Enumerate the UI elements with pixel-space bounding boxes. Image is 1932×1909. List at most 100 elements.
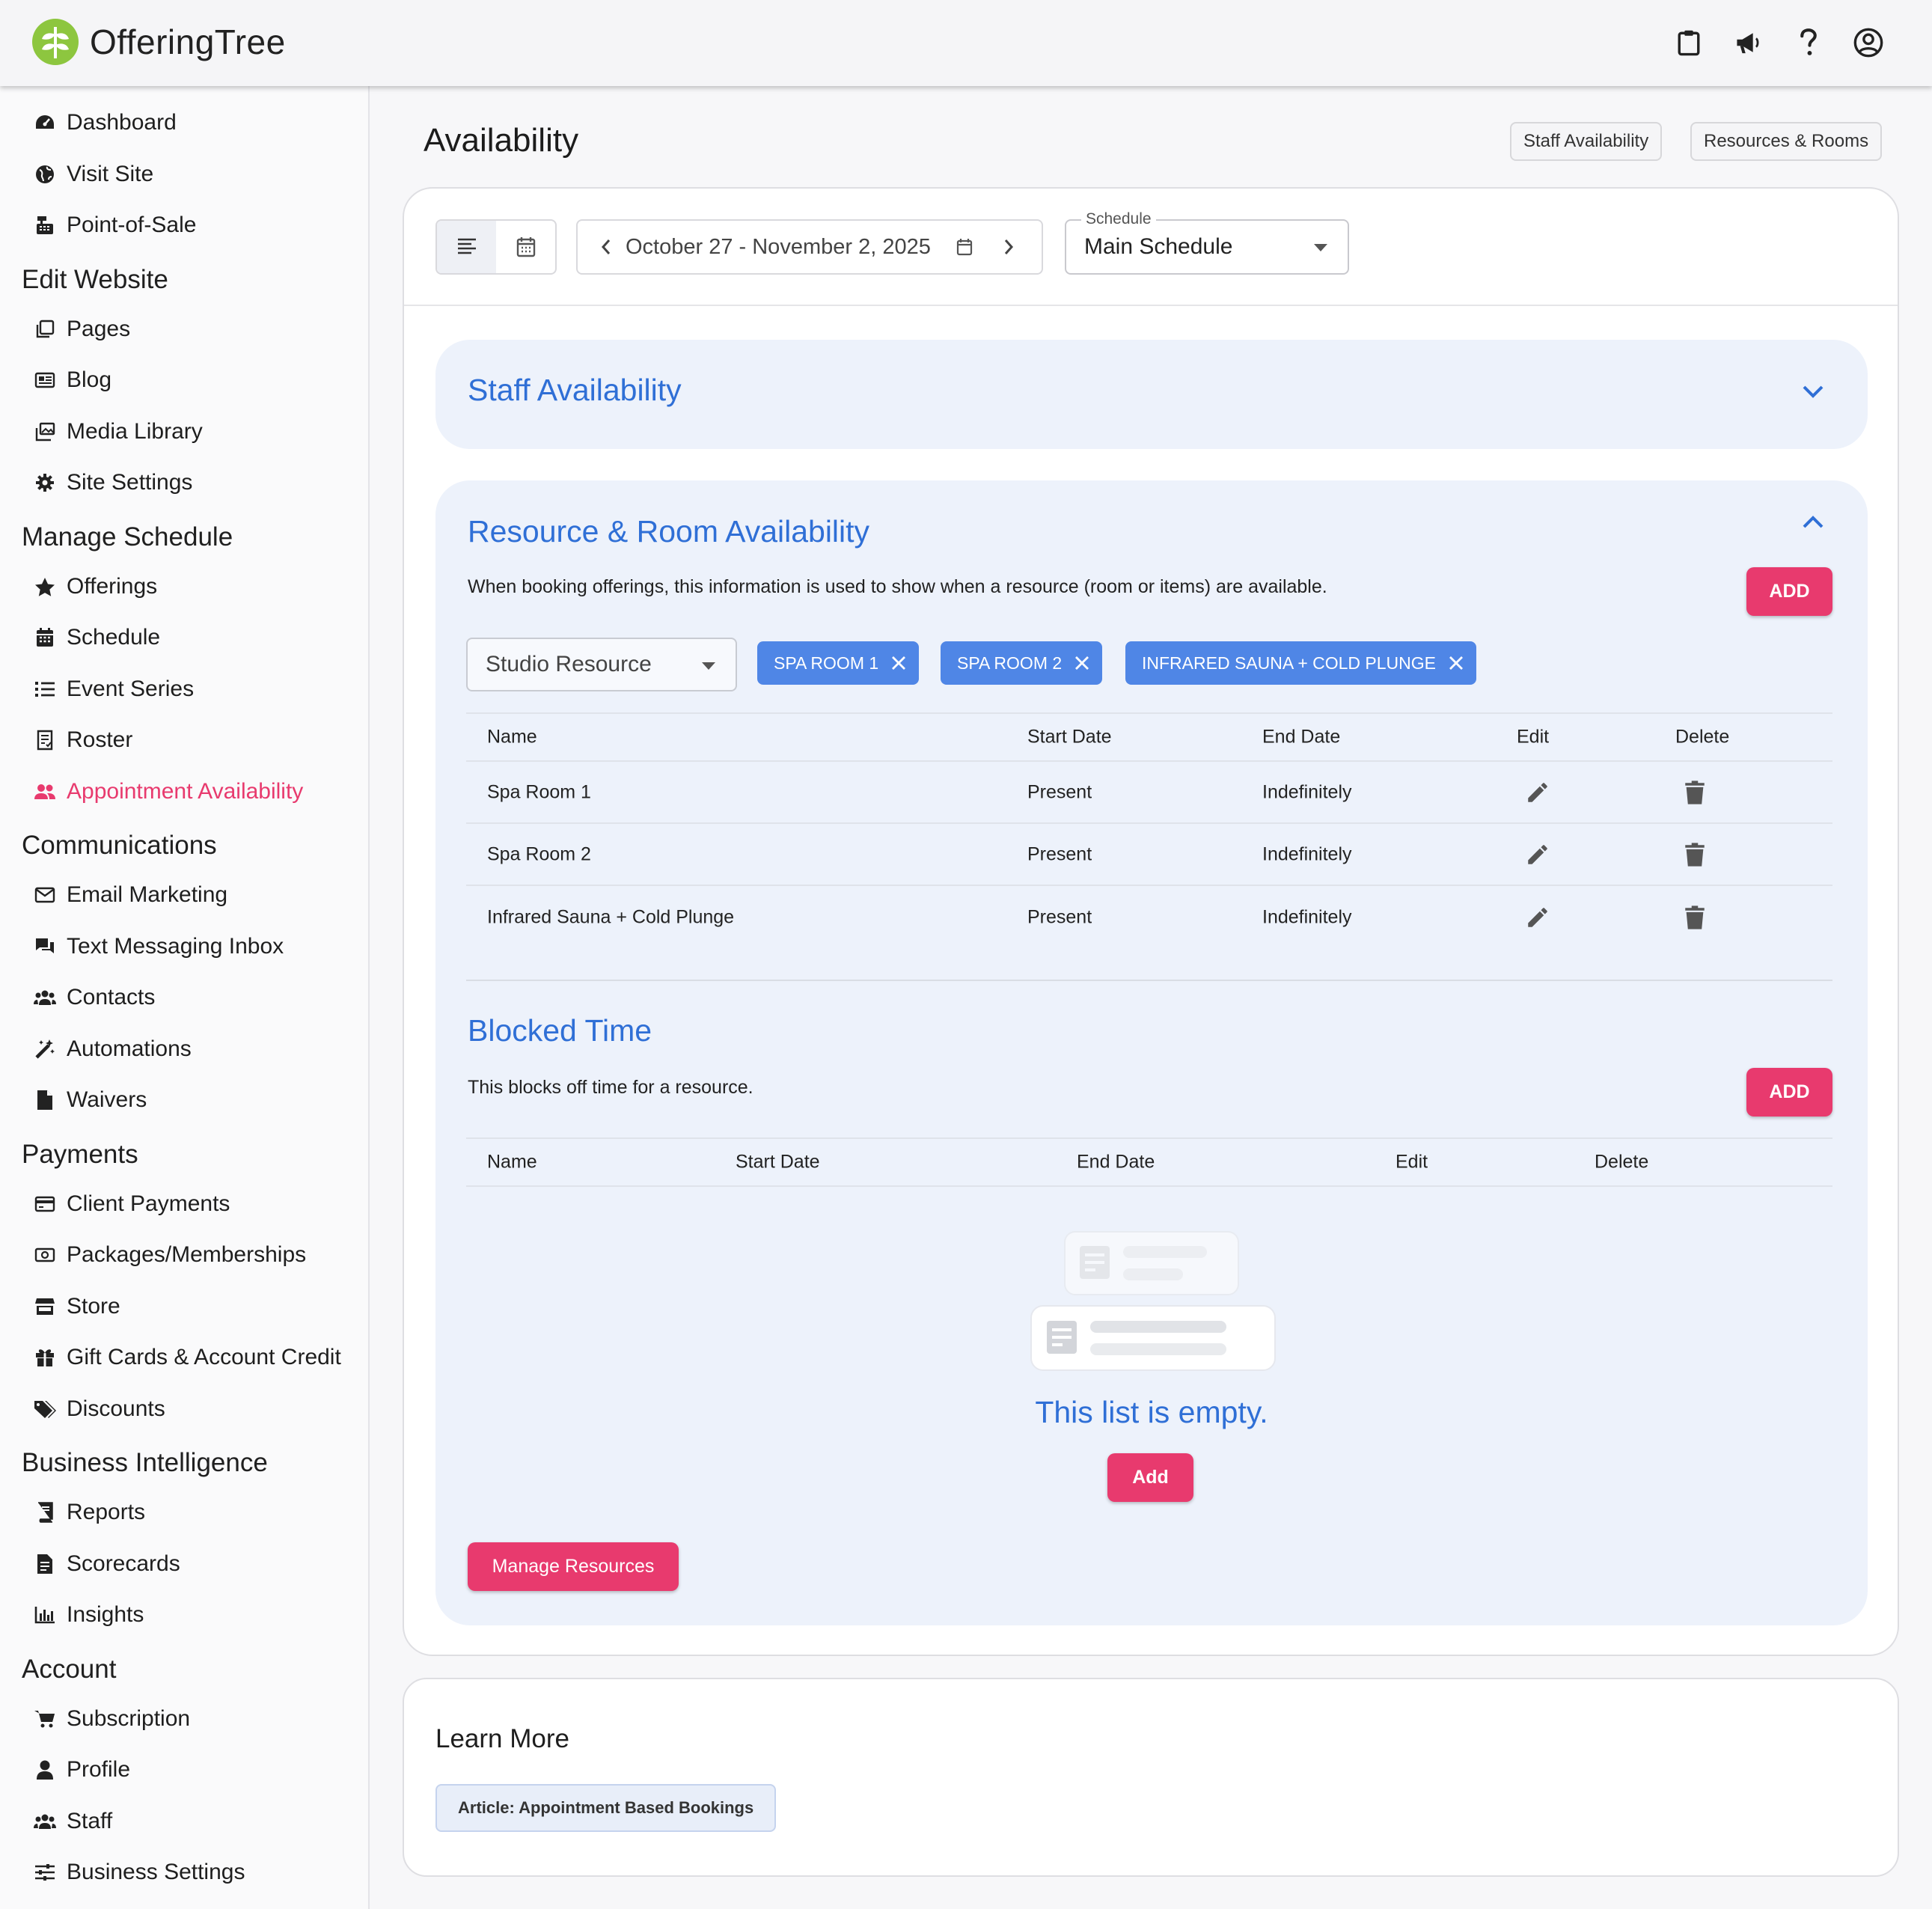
- sidebar-item-dashboard[interactable]: Dashboard: [0, 97, 368, 149]
- sidebar-item-roster[interactable]: Roster: [0, 715, 368, 766]
- chat-icon: [34, 935, 56, 958]
- media-library-icon: [34, 421, 56, 443]
- sidebar-item-event-series[interactable]: Event Series: [0, 664, 368, 715]
- column-name: Name: [487, 726, 537, 748]
- edit-icon[interactable]: [1525, 905, 1550, 930]
- cart-icon: [34, 1708, 56, 1730]
- delete-icon[interactable]: [1684, 905, 1706, 930]
- sidebar-item-label: Media Library: [67, 418, 203, 444]
- resource-type-select[interactable]: Studio Resource: [466, 638, 737, 691]
- edit-icon[interactable]: [1525, 842, 1550, 867]
- sidebar-item-site-settings[interactable]: Site Settings: [0, 457, 368, 509]
- section-edit-website: Edit Website: [22, 264, 168, 294]
- manage-resources-button[interactable]: Manage Resources: [468, 1542, 679, 1591]
- sidebar-item-reports[interactable]: Reports: [0, 1487, 368, 1539]
- empty-add-button[interactable]: Add: [1107, 1453, 1193, 1502]
- learn-more-title: Learn More: [435, 1724, 569, 1753]
- filter-chip-spa-room-2[interactable]: SPA ROOM 2: [941, 641, 1103, 685]
- sidebar-item-label: Subscription: [67, 1705, 191, 1731]
- delete-icon[interactable]: [1684, 842, 1706, 867]
- globe-icon: [34, 163, 56, 186]
- chevron-up-icon[interactable]: [1802, 514, 1824, 529]
- close-icon[interactable]: [890, 655, 907, 671]
- megaphone-icon[interactable]: [1730, 24, 1767, 61]
- sidebar-item-visit-site[interactable]: Visit Site: [0, 149, 368, 201]
- help-icon[interactable]: [1790, 24, 1827, 61]
- contacts-icon: [34, 986, 56, 1009]
- column-end-date: End Date: [1262, 726, 1341, 748]
- calendar-icon: [34, 626, 56, 649]
- close-icon[interactable]: [1448, 655, 1464, 671]
- date-picker-icon[interactable]: [956, 238, 973, 256]
- filter-chip-spa-room-1[interactable]: SPA ROOM 1: [757, 641, 920, 685]
- edit-icon[interactable]: [1525, 780, 1550, 805]
- staff-availability-link[interactable]: Staff Availability: [1510, 122, 1663, 161]
- sidebar-item-discounts[interactable]: Discounts: [0, 1384, 368, 1435]
- sidebar-item-label: Insights: [67, 1602, 144, 1628]
- roster-icon: [34, 729, 56, 751]
- section-manage-schedule: Manage Schedule: [22, 522, 233, 552]
- schedule-select[interactable]: Schedule Main Schedule: [1065, 210, 1349, 275]
- app-logo[interactable]: OfferingTree: [31, 18, 286, 66]
- sidebar-item-insights[interactable]: Insights: [0, 1589, 368, 1641]
- blocked-time-title: Blocked Time: [468, 1013, 652, 1048]
- sidebar-item-packages-memberships[interactable]: Packages/Memberships: [0, 1230, 368, 1281]
- delete-icon[interactable]: [1684, 780, 1706, 805]
- column-delete: Delete: [1595, 1151, 1649, 1173]
- sidebar-item-label: Packages/Memberships: [67, 1242, 307, 1268]
- sidebar-item-label: Reports: [67, 1500, 146, 1525]
- page-title: Availability: [424, 122, 579, 159]
- staff-availability-panel[interactable]: Staff Availability: [435, 340, 1868, 449]
- sidebar-item-text-messaging-inbox[interactable]: Text Messaging Inbox: [0, 921, 368, 973]
- sidebar-item-point-of-sale[interactable]: Point-of-Sale: [0, 200, 368, 251]
- sidebar-item-automations[interactable]: Automations: [0, 1024, 368, 1075]
- tags-icon: [34, 1398, 56, 1420]
- sidebar-item-contacts[interactable]: Contacts: [0, 972, 368, 1024]
- sidebar-item-media-library[interactable]: Media Library: [0, 406, 368, 458]
- row-end: Indefinitely: [1262, 906, 1352, 927]
- filter-chip-infrared-sauna[interactable]: INFRARED SAUNA + COLD PLUNGE: [1125, 641, 1477, 685]
- add-blocked-time-button[interactable]: ADD: [1746, 1068, 1832, 1117]
- sidebar: Dashboard Visit Site Point-of-Sale Edit …: [0, 86, 370, 1909]
- resource-type-value: Studio Resource: [486, 652, 652, 676]
- offeringtree-logo-icon: [32, 19, 79, 65]
- resources-rooms-link[interactable]: Resources & Rooms: [1690, 122, 1883, 161]
- account-icon[interactable]: [1850, 24, 1887, 61]
- clipboard-icon[interactable]: [1670, 24, 1708, 61]
- sidebar-item-blog[interactable]: Blog: [0, 355, 368, 406]
- column-name: Name: [487, 1151, 537, 1173]
- sidebar-item-label: Text Messaging Inbox: [67, 933, 284, 959]
- sidebar-item-label: Client Payments: [67, 1191, 230, 1216]
- sidebar-item-appointment-availability[interactable]: Appointment Availability: [0, 766, 368, 818]
- list-view-button[interactable]: [437, 221, 496, 273]
- close-icon[interactable]: [1074, 655, 1090, 671]
- date-range-picker[interactable]: October 27 - November 2, 2025: [576, 219, 1043, 275]
- divider: [466, 980, 1832, 981]
- sidebar-item-subscription[interactable]: Subscription: [0, 1693, 368, 1745]
- sidebar-item-waivers[interactable]: Waivers: [0, 1075, 368, 1126]
- scorecard-icon: [34, 1553, 56, 1575]
- resource-room-description: When booking offerings, this information…: [468, 576, 1327, 597]
- add-resource-availability-button[interactable]: ADD: [1746, 567, 1832, 616]
- sidebar-item-staff[interactable]: Staff: [0, 1796, 368, 1848]
- sidebar-item-email-marketing[interactable]: Email Marketing: [0, 870, 368, 921]
- sidebar-item-label: Profile: [67, 1757, 131, 1783]
- sidebar-item-client-payments[interactable]: Client Payments: [0, 1179, 368, 1230]
- article-link[interactable]: Article: Appointment Based Bookings: [435, 1784, 777, 1832]
- calendar-view-button[interactable]: [496, 221, 555, 273]
- row-name: Spa Room 1: [487, 781, 591, 802]
- sidebar-item-profile[interactable]: Profile: [0, 1744, 368, 1796]
- chevron-right-icon: [1004, 239, 1013, 254]
- sidebar-item-gift-cards[interactable]: Gift Cards & Account Credit: [0, 1332, 368, 1384]
- chevron-down-icon[interactable]: [1802, 385, 1824, 400]
- sidebar-item-pages[interactable]: Pages: [0, 304, 368, 355]
- sidebar-item-store[interactable]: Store: [0, 1281, 368, 1333]
- prev-week-button[interactable]: [600, 237, 612, 257]
- sidebar-item-label: Waivers: [67, 1087, 147, 1113]
- sidebar-item-label: Gift Cards & Account Credit: [67, 1345, 341, 1370]
- next-week-button[interactable]: [1003, 237, 1015, 257]
- sidebar-item-schedule[interactable]: Schedule: [0, 612, 368, 664]
- sidebar-item-offerings[interactable]: Offerings: [0, 561, 368, 613]
- sidebar-item-scorecards[interactable]: Scorecards: [0, 1539, 368, 1590]
- sidebar-item-business-settings[interactable]: Business Settings: [0, 1847, 368, 1899]
